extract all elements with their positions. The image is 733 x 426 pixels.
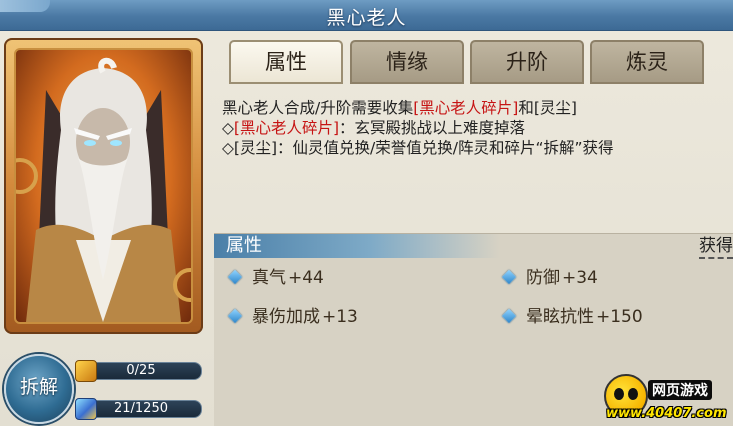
blue-diamond-icon [501,308,517,323]
tab-attributes[interactable]: 属性 [229,40,343,84]
stat-row: 暴伤加成 +13 [227,306,358,328]
desc-text: 黑心老人合成/升阶需要收集 [222,99,414,117]
site-watermark: 网页游戏 www.40407.com [598,368,733,426]
stat-value: +34 [562,268,598,288]
stat-value: +44 [288,268,324,288]
attributes-header: 属性 获得 [214,234,733,259]
obtain-link[interactable]: 获得 [699,236,733,259]
stat-name: 真气 [252,268,286,288]
blue-diamond-icon [501,269,517,284]
bullet-diamond-icon: ◇ [222,119,234,137]
dust-progress: 21/1250 [75,398,202,420]
fragment-count: 0/25 [126,363,156,378]
character-detail-screen: 黑心老人 拆解 0/25 21/1250 属性 情缘 升阶 炼灵 黑心老人合成/… [0,0,733,426]
character-card [4,38,203,334]
watermark-brand: 网页游戏 [648,380,712,400]
stat-name: 防御 [526,268,560,288]
title-bar: 黑心老人 [0,0,733,31]
stat-name: 暴伤加成 [252,307,320,327]
window-title: 黑心老人 [326,7,407,29]
dismantle-button[interactable]: 拆解 [4,354,74,424]
tab-refine[interactable]: 炼灵 [590,40,704,84]
mascot-eye [628,388,638,400]
stat-value: +150 [596,307,643,327]
fragment-progress: 0/25 [75,360,202,382]
desc-line-2: ◇[黑心老人碎片]：玄冥殿挑战以上难度掉落 [222,118,727,138]
stat-row: 真气 +44 [227,267,324,289]
attributes-title: 属性 [226,235,262,256]
stat-name: 晕眩抗性 [526,307,594,327]
blue-diamond-icon [227,308,243,323]
character-portrait [14,48,193,324]
stat-value: +13 [322,307,358,327]
watermark-url: www.40407.com [606,406,727,421]
desc-text: 和[灵尘] [518,99,577,117]
tab-advance[interactable]: 升阶 [470,40,584,84]
blue-diamond-icon [227,269,243,284]
dust-count: 21/1250 [113,401,168,416]
stat-row: 晕眩抗性 +150 [501,306,643,328]
acquisition-description: 黑心老人合成/升阶需要收集[黑心老人碎片]和[灵尘] ◇[黑心老人碎片]：玄冥殿… [222,98,727,158]
elder-portrait-icon [26,57,181,322]
mascot-eye [614,388,624,400]
fragment-item-link: [黑心老人碎片] [233,119,340,137]
desc-text: ：玄冥殿挑战以上难度掉落 [339,119,526,137]
desc-line-1: 黑心老人合成/升阶需要收集[黑心老人碎片]和[灵尘] [222,98,727,118]
tab-bond[interactable]: 情缘 [350,40,464,84]
desc-line-3: ◇[灵尘]：仙灵值兑换/荣誉值兑换/阵灵和碎片“拆解”获得 [222,139,614,157]
fragment-item-link: [黑心老人碎片] [413,99,519,117]
stat-row: 防御 +34 [501,267,598,289]
